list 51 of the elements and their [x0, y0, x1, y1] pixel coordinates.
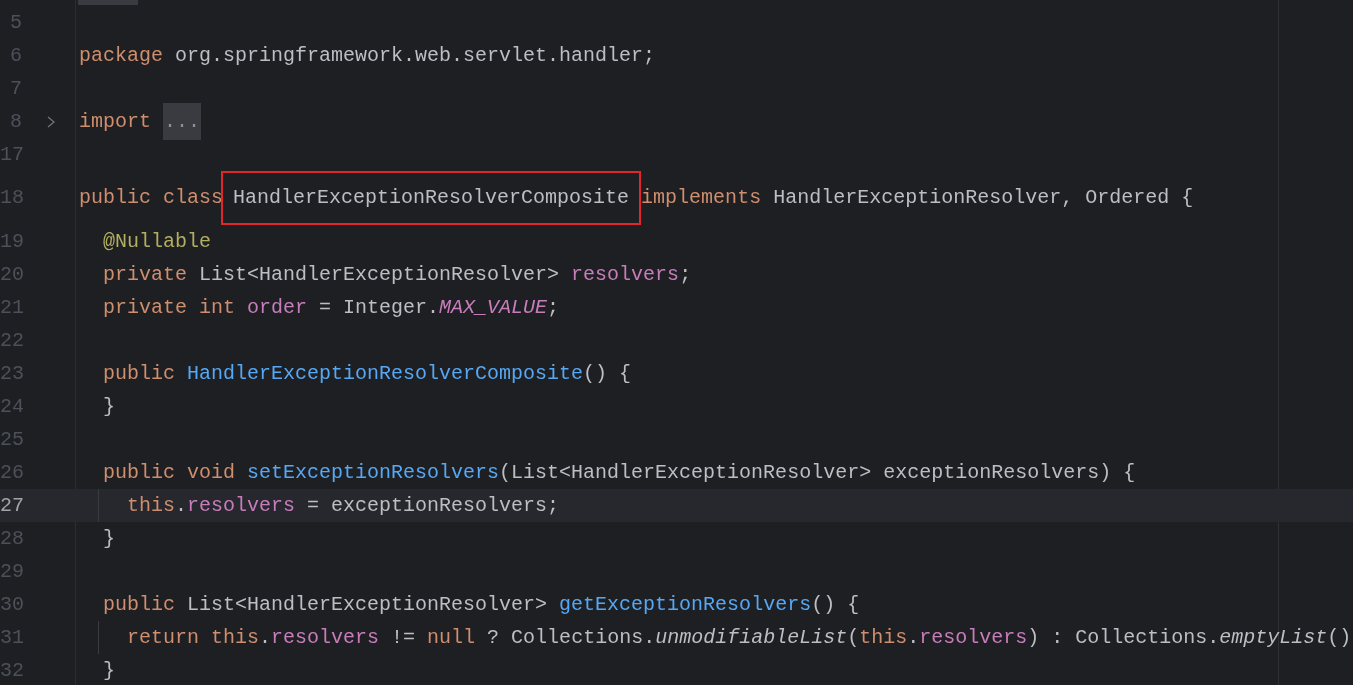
code-text: () { — [811, 592, 860, 616]
code-text: . — [907, 625, 920, 649]
constant-token: MAX_VALUE — [439, 295, 548, 319]
keyword-token: private int — [102, 295, 237, 319]
field-token: resolvers — [571, 262, 680, 286]
code-text: = Integer. — [318, 295, 440, 319]
field-token: resolvers — [187, 493, 296, 517]
chevron-right-icon[interactable] — [46, 114, 56, 129]
code-text: } — [102, 658, 115, 682]
field-token: order — [247, 295, 308, 319]
keyword-token: package — [79, 43, 164, 67]
keyword-token: this — [126, 493, 175, 517]
code-text: != — [390, 625, 417, 649]
keyword-token: public void — [102, 460, 237, 484]
code-text: List<HandlerExceptionResolver> — [199, 262, 561, 286]
code-text: . — [259, 625, 272, 649]
code-text: ; — [547, 295, 560, 319]
code-text: } — [102, 526, 115, 550]
method-name: HandlerExceptionResolverComposite — [187, 361, 584, 385]
folded-imports-placeholder[interactable]: ... — [163, 102, 202, 140]
code-text: ? Collections. — [486, 625, 656, 649]
code-text: ; — [679, 262, 692, 286]
keyword-token: return this — [126, 625, 260, 649]
code-text: (List<HandlerExceptionResolver> exceptionResolvers) { — [499, 460, 1136, 484]
static-method-call: unmodifiableList — [655, 625, 848, 649]
method-name: setExceptionResolvers — [247, 460, 500, 484]
code-text: HandlerExceptionResolver, Ordered { — [773, 186, 1194, 209]
keyword-token: public — [102, 592, 176, 616]
code-text: = exceptionResolvers; — [306, 493, 560, 517]
code-text: List<HandlerExceptionResolver> — [187, 592, 549, 616]
field-token: resolvers — [271, 625, 380, 649]
code-text: } — [102, 394, 115, 418]
keyword-token: import — [79, 109, 152, 133]
keyword-token: private — [102, 262, 189, 286]
folded-region-marker — [78, 0, 138, 5]
field-token: resolvers — [919, 625, 1028, 649]
code-text: () — [1327, 625, 1352, 649]
keyword-token: public — [102, 361, 176, 385]
keyword-token: null — [427, 625, 476, 649]
static-method-call: emptyList — [1219, 625, 1328, 649]
code-text: ( — [847, 625, 860, 649]
highlighted-class-name: HandlerExceptionResolverComposite — [221, 171, 642, 225]
annotation-token: @Nullable — [102, 229, 212, 253]
code-text: () { — [583, 361, 632, 385]
code-text: org.springframework.web.servlet.handler; — [175, 43, 656, 67]
code-text: . — [175, 493, 188, 517]
code-text: ) : Collections. — [1027, 625, 1220, 649]
line-number: 27 — [0, 495, 22, 516]
keyword-token: this — [859, 625, 908, 649]
keyword-token: implements — [641, 186, 763, 209]
method-name: getExceptionResolvers — [559, 592, 812, 616]
